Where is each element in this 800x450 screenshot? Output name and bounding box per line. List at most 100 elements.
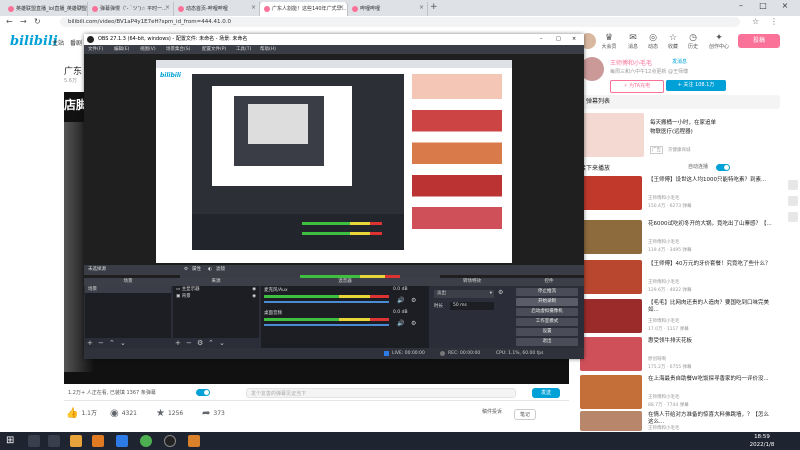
browser-tab[interactable]: 动态首页-哔哩哔哩 × xyxy=(174,2,260,16)
close-tab-icon[interactable]: × xyxy=(339,4,344,11)
header-creator[interactable]: ✦ 创作中心 xyxy=(706,33,732,50)
eye-icon[interactable]: ◉ xyxy=(252,286,256,293)
obs-minimize-icon[interactable]: – xyxy=(540,34,543,45)
remove-icon[interactable]: − xyxy=(186,338,192,348)
nav-main[interactable]: 主站 xyxy=(52,38,64,47)
gear-icon[interactable]: ⚙ xyxy=(411,297,416,304)
app-icon[interactable] xyxy=(116,435,128,447)
header-message[interactable]: ✉ 消息 xyxy=(624,33,642,50)
close-tab-icon[interactable]: × xyxy=(165,4,170,11)
share-button[interactable]: ➦ 373 xyxy=(202,408,225,419)
header-history[interactable]: ◷ 历史 xyxy=(684,33,702,50)
browser-menu-icon[interactable]: ⋮ xyxy=(770,17,778,26)
forward-icon[interactable]: → xyxy=(20,17,27,26)
windows-start-icon[interactable]: ⊞ xyxy=(6,435,18,447)
charge-button[interactable]: ⚡ 为TA充电 xyxy=(610,80,664,93)
danmu-toggle[interactable] xyxy=(196,389,210,396)
coin-button[interactable]: ◉ 4321 xyxy=(110,408,137,419)
obs-menu-tools[interactable]: 工具(T) xyxy=(236,45,251,54)
add-icon[interactable]: + xyxy=(175,338,181,348)
properties-button[interactable]: 属性 xyxy=(192,265,201,275)
side-tool-icon[interactable] xyxy=(788,196,798,206)
speaker-icon[interactable]: 🔊 xyxy=(397,320,404,327)
gear-icon[interactable]: ⚙ xyxy=(184,265,188,275)
obs-maximize-icon[interactable]: □ xyxy=(556,34,561,45)
obs-taskbar-icon[interactable] xyxy=(164,435,176,447)
move-down-icon[interactable]: ⌄ xyxy=(120,338,126,348)
source-item[interactable]: ▣ 背景 ◉ xyxy=(173,293,259,300)
ad-thumbnail[interactable] xyxy=(580,113,644,157)
minimize-icon[interactable]: – xyxy=(730,1,752,14)
rec-item[interactable]: 【王师傅】设世这人均1000只能特吃素？到素... 王师傅和小毛毛 150.4万 ·… xyxy=(580,176,780,212)
autoplay-toggle[interactable] xyxy=(716,164,730,171)
rec-item[interactable]: 【王师傅】40万元的牙价套餐！究竟吃了些什么？ 王师傅和小毛毛 129.6万 · 4… xyxy=(580,260,780,296)
speaker-icon[interactable]: 🔊 xyxy=(397,297,404,304)
add-icon[interactable]: + xyxy=(87,338,93,348)
move-up-icon[interactable]: ⌃ xyxy=(208,338,214,348)
header-vip[interactable]: ♛ 大会员 xyxy=(600,33,618,50)
source-item[interactable]: ▭ 主显示器 ◉ xyxy=(173,286,259,293)
danmu-list-header[interactable]: 弹幕列表 xyxy=(580,95,780,109)
obs-menu-scene-collection[interactable]: 场景集合(S) xyxy=(166,45,190,54)
eye-icon[interactable]: ◉ xyxy=(252,293,256,300)
exit-button[interactable]: 退出 xyxy=(516,338,578,346)
header-dynamic[interactable]: ◎ 动态 xyxy=(644,33,662,50)
gear-icon[interactable]: ⚙ xyxy=(498,289,503,296)
mixer-mic-slider[interactable] xyxy=(264,301,389,303)
duration-input[interactable]: 50 ms xyxy=(450,302,494,310)
scene-item[interactable]: 场景 xyxy=(85,286,171,293)
send-message-link[interactable]: 发消息 xyxy=(672,58,687,65)
url-input[interactable]: bilibili.com/video/BV1aP4y1E7eH?spm_id_f… xyxy=(60,17,740,27)
nav-anime[interactable]: 番剧 xyxy=(70,38,82,47)
browser-tab[interactable]: 弹幕弹慢（’- `ツ’)☆ 平时一... × xyxy=(88,2,174,16)
start-recording-button[interactable]: 开始录制 xyxy=(516,298,578,306)
follow-button[interactable]: + 关注 108.1万 xyxy=(666,80,726,91)
like-button[interactable]: 👍 1.1万 xyxy=(66,408,97,419)
danmu-input[interactable]: 发个友善的弹幕见证当下 xyxy=(246,388,516,398)
side-tool-icon[interactable] xyxy=(788,180,798,190)
rec-item[interactable]: 在上海最贵自助餐W吃饭探寻香家的吗一评价没... 王师傅和小毛毛 88.7万 · 7… xyxy=(580,375,780,411)
up-name[interactable]: 王师傅和小毛毛 xyxy=(610,58,652,67)
header-favorites[interactable]: ☆ 收藏 xyxy=(664,33,682,50)
obs-menu-edit[interactable]: 编辑(E) xyxy=(114,45,129,54)
side-tool-icon[interactable] xyxy=(788,212,798,222)
app-icon[interactable] xyxy=(188,435,200,447)
maximize-icon[interactable]: □ xyxy=(752,1,774,14)
obs-menu-profile[interactable]: 配置文件(P) xyxy=(202,45,226,54)
chrome-icon[interactable] xyxy=(140,435,152,447)
transition-select[interactable]: 淡出 ▾ xyxy=(434,290,494,298)
rec-item[interactable]: 【毛毛】比网肉还贵的人造肉？要国吃到口味完美如... 王师傅和小毛毛 17.0万 ·… xyxy=(580,299,780,335)
browser-tab[interactable]: 哔哩哔哩 × xyxy=(348,2,428,16)
filters-button[interactable]: 滤镜 xyxy=(216,265,225,275)
send-danmu-button[interactable]: 发送 xyxy=(532,388,560,398)
browser-tab-active[interactable]: 广东人割能！这些140年广式早... × xyxy=(260,2,348,16)
upload-button[interactable]: 投稿 xyxy=(738,34,780,48)
back-icon[interactable]: ← xyxy=(6,17,13,26)
close-tab-icon[interactable]: × xyxy=(419,4,424,11)
bilibili-logo[interactable]: bilibili xyxy=(10,34,58,49)
obs-window[interactable]: OBS 27.1.3 (64-bit, windows) - 配置文件: 未命名… xyxy=(84,34,584,359)
gear-icon[interactable]: ⚙ xyxy=(197,338,203,348)
obs-preview[interactable]: bilibili xyxy=(84,54,584,298)
favorite-button[interactable]: ★ 1256 xyxy=(156,408,183,419)
settings-button[interactable]: 设置 xyxy=(516,328,578,336)
studio-mode-button[interactable]: 工作室模式 xyxy=(516,318,578,326)
obs-close-icon[interactable]: × xyxy=(572,34,576,45)
obs-menu-file[interactable]: 文件(F) xyxy=(88,45,103,54)
filter-icon[interactable]: ◐ xyxy=(208,265,212,275)
task-view-icon[interactable] xyxy=(48,435,60,447)
note-button[interactable]: 笔记 xyxy=(514,409,537,420)
virtual-camera-button[interactable]: 启动虚拟摄像机 xyxy=(516,308,578,316)
remove-icon[interactable]: − xyxy=(98,338,104,348)
obs-menu-view[interactable]: 视图(V) xyxy=(140,45,156,54)
move-down-icon[interactable]: ⌄ xyxy=(219,338,225,348)
scenes-list[interactable]: 场景 xyxy=(85,286,171,338)
mixer-desktop-slider[interactable] xyxy=(264,324,389,326)
new-tab-icon[interactable]: + xyxy=(430,2,438,12)
browser-tab[interactable]: 英雄联盟直播_lol直播_英雄联盟 × xyxy=(4,2,88,16)
gear-icon[interactable]: ⚙ xyxy=(411,320,416,327)
file-explorer-icon[interactable] xyxy=(70,435,82,447)
close-tab-icon[interactable]: × xyxy=(79,4,84,11)
bookmark-star-icon[interactable]: ☆ xyxy=(752,17,759,26)
close-tab-icon[interactable]: × xyxy=(251,4,256,11)
